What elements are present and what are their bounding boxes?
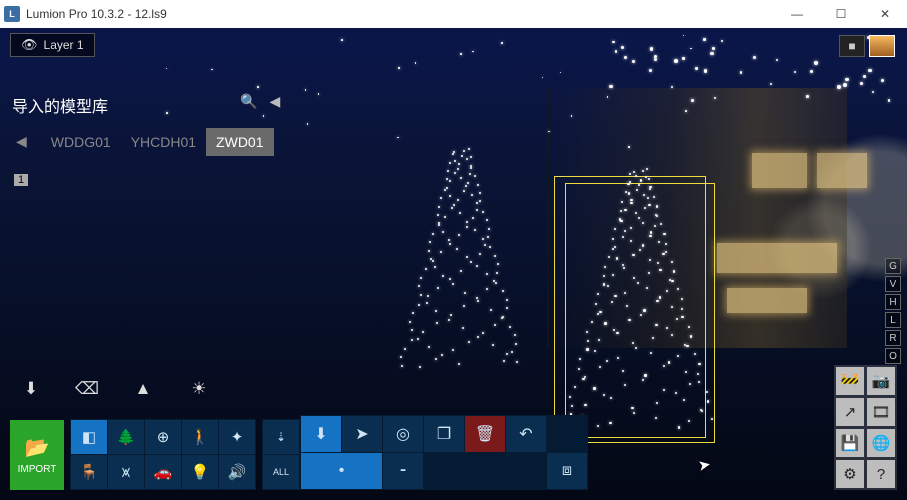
sound-icon[interactable]: 🔊: [219, 455, 255, 489]
scale-icon[interactable]: ❐: [424, 416, 464, 452]
light-icon[interactable]: 💡: [182, 455, 218, 489]
save-icon[interactable]: 💾: [836, 429, 864, 457]
film-icon[interactable]: 🎞: [867, 398, 895, 426]
sun-icon[interactable]: ☀: [188, 378, 210, 400]
title-bar: L Lumion Pro 10.3.2 - 12.ls9 — ☐ ✕: [0, 0, 907, 28]
lit-window: [817, 153, 867, 188]
worker-icon[interactable]: 🚧: [836, 367, 864, 395]
nav-letter-column: GVHLRO: [885, 258, 901, 364]
tree-plus-icon[interactable]: ⊕: [145, 420, 181, 454]
chair-icon[interactable]: 🪑: [71, 455, 107, 489]
nav-letter-l[interactable]: L: [885, 312, 901, 328]
right-tool-panel: 🚧📷↗🎞💾🌐⚙?: [834, 365, 897, 490]
library-title: 导入的模型库: [12, 93, 274, 117]
library-tabs: ◀ WDDG01YHCDH01ZWD01: [12, 133, 274, 150]
folder-open-icon: 📂: [25, 435, 50, 460]
undo-icon[interactable]: ↶: [506, 416, 546, 452]
mode-row: ⬇ ⌫ ▲ ☀: [20, 378, 210, 400]
scene-thumb[interactable]: [869, 35, 895, 57]
nav-letter-v[interactable]: V: [885, 276, 901, 292]
place-down-icon[interactable]: ⬇: [20, 378, 42, 400]
tree-icon[interactable]: 🌲: [108, 420, 144, 454]
view-thumbnail-bar: ■: [839, 35, 895, 57]
library-tab[interactable]: ZWD01: [206, 128, 273, 156]
library-tab[interactable]: YHCDH01: [121, 128, 206, 156]
delete-icon[interactable]: 🗑: [465, 416, 505, 452]
blank3: [465, 453, 505, 489]
close-button[interactable]: ✕: [863, 0, 907, 28]
cube-icon[interactable]: ◧: [71, 420, 107, 454]
cursor-icon: ➤: [697, 455, 713, 475]
all-button[interactable]: ALL: [263, 455, 299, 489]
import-button[interactable]: 📂 IMPORT: [10, 420, 64, 490]
layer-label: Layer 1: [44, 38, 84, 52]
minimize-button[interactable]: —: [775, 0, 819, 28]
eye-icon: 👁: [21, 37, 38, 53]
import-label: IMPORT: [18, 464, 57, 475]
camera-thumb[interactable]: ■: [839, 35, 865, 57]
export-icon[interactable]: ↗: [836, 398, 864, 426]
nav-letter-r[interactable]: R: [885, 330, 901, 346]
fence-icon[interactable]: ⩙: [108, 455, 144, 489]
help-icon[interactable]: ?: [867, 460, 895, 488]
marquee-icon[interactable]: ⧈: [547, 453, 587, 489]
app-icon: L: [4, 6, 20, 22]
nav-letter-o[interactable]: O: [885, 348, 901, 364]
library-tab[interactable]: WDDG01: [41, 128, 121, 156]
mountain-icon[interactable]: ▲: [132, 378, 154, 400]
nav-letter-h[interactable]: H: [885, 294, 901, 310]
eraser-icon[interactable]: ⌫: [76, 378, 98, 400]
gear-icon[interactable]: ⚙: [836, 460, 864, 488]
pointer-icon[interactable]: ➤: [342, 416, 382, 452]
close-library-icon[interactable]: ◀: [269, 93, 280, 110]
place-down-mini-icon[interactable]: ⇣: [263, 420, 299, 454]
single-place-icon[interactable]: •: [301, 453, 382, 489]
library-page-indicator[interactable]: 1: [14, 174, 28, 186]
layer-visibility-button[interactable]: 👁 Layer 1: [10, 33, 95, 57]
object-side-column: ⇣ ALL: [262, 419, 300, 490]
object-category-grid: ◧🌲⊕🚶✦ 🪑⩙🚗💡🔊: [70, 419, 256, 490]
camera-icon[interactable]: 📷: [867, 367, 895, 395]
walk-icon[interactable]: 🚶: [182, 420, 218, 454]
window-title: Lumion Pro 10.3.2 - 12.ls9: [26, 7, 167, 21]
maximize-button[interactable]: ☐: [819, 0, 863, 28]
placement-tool-panel: ⬇➤◎❐🗑↶ •⁃ ⧈: [300, 415, 588, 490]
lit-window: [727, 288, 807, 313]
car-icon[interactable]: 🚗: [145, 455, 181, 489]
globe-icon[interactable]: 🌐: [867, 429, 895, 457]
library-search-controls: 🔍 ◀: [240, 93, 280, 110]
selection-bounding-box: [565, 183, 715, 443]
prev-tab-arrow[interactable]: ◀: [12, 133, 31, 150]
model-library-panel: 导入的模型库 ◀ WDDG01YHCDH01ZWD01: [12, 93, 274, 150]
bottom-panels: 📂 IMPORT ◧🌲⊕🚶✦ 🪑⩙🚗💡🔊 ⇣ ALL: [10, 419, 300, 490]
blank4: [506, 453, 546, 489]
rotate-icon[interactable]: ◎: [383, 416, 423, 452]
tools-icon[interactable]: ✦: [219, 420, 255, 454]
search-icon[interactable]: 🔍: [240, 93, 257, 110]
line-place-icon[interactable]: ⁃: [383, 453, 423, 489]
place-icon[interactable]: ⬇: [301, 416, 341, 452]
blank1: [547, 416, 587, 452]
nav-letter-g[interactable]: G: [885, 258, 901, 274]
lit-window: [752, 153, 807, 188]
blank2: [424, 453, 464, 489]
lit-window: [717, 243, 837, 273]
